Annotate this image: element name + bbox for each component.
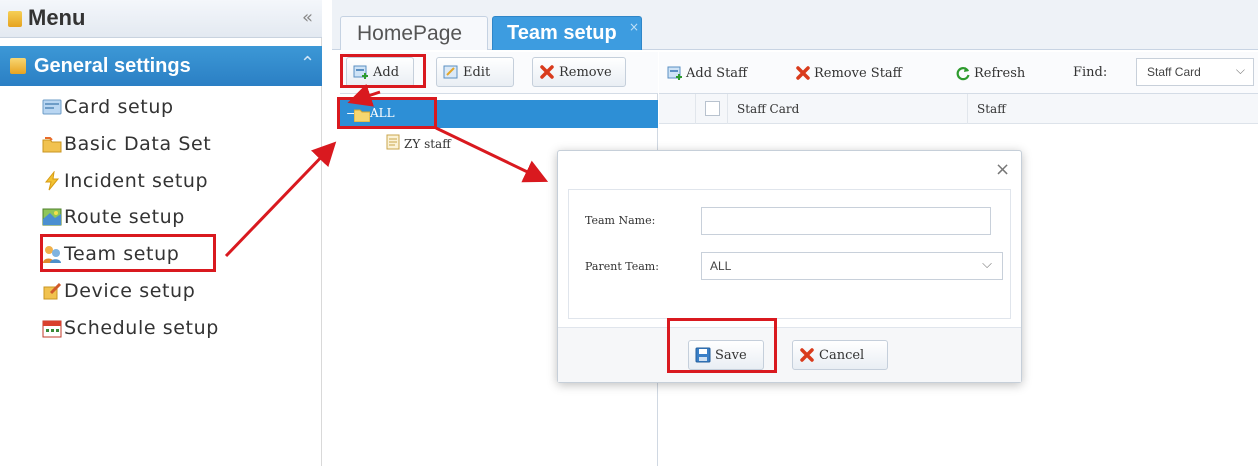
chevron-down-icon[interactable]: ⌵ (982, 257, 992, 272)
edit-icon (443, 64, 459, 80)
column-divider (727, 94, 728, 124)
menu-panel: Menu « General settings ⌃ Card setup Bas… (0, 0, 322, 466)
refresh-icon (955, 65, 971, 81)
menu-item-label: Basic Data Set (64, 133, 212, 155)
tree-node-all[interactable]: − ALL (340, 100, 658, 128)
menu-item-incident-setup[interactable]: Incident setup (42, 164, 302, 198)
add-icon (667, 65, 683, 81)
menu-item-label: Team setup (64, 243, 180, 265)
device-icon (42, 281, 62, 301)
chevron-up-icon[interactable]: ⌃ (300, 53, 315, 74)
calendar-icon (42, 318, 62, 338)
remove-button[interactable]: Remove (532, 57, 626, 87)
column-divider (967, 94, 968, 124)
refresh-label: Refresh (974, 65, 1026, 81)
add-button-label: Add (373, 64, 400, 80)
tab-label: Team setup (507, 22, 617, 44)
menu-item-label: Schedule setup (64, 317, 219, 339)
map-icon (42, 207, 62, 227)
menu-item-label: Card setup (64, 96, 174, 118)
tab-label: HomePage (357, 22, 463, 45)
edit-button[interactable]: Edit (436, 57, 514, 87)
lightning-icon (42, 170, 62, 191)
remove-icon (539, 64, 555, 80)
cancel-button[interactable]: Cancel (792, 340, 888, 370)
folder-icon (10, 58, 26, 74)
close-icon[interactable]: × (995, 159, 1010, 180)
column-divider (695, 94, 696, 124)
collapse-icon[interactable]: « (302, 7, 313, 28)
team-name-label: Team Name: (585, 214, 656, 227)
menu-item-schedule-setup[interactable]: Schedule setup (42, 311, 302, 345)
add-team-dialog: × Team Name: Parent Team: ALL ⌵ Save Can… (557, 150, 1022, 383)
users-icon (42, 244, 62, 264)
menu-item-card-setup[interactable]: Card setup (42, 90, 302, 124)
tree-toolbar: Add Edit Remove (340, 52, 658, 94)
tab-team-setup[interactable]: Team setup × (492, 16, 642, 50)
folder-icon (353, 107, 371, 126)
chevron-down-icon[interactable]: ⌵ (1236, 63, 1245, 78)
remove-button-label: Remove (559, 64, 612, 80)
tree-node-label: ALL (370, 106, 395, 120)
menu-item-label: Device setup (64, 280, 196, 302)
save-button[interactable]: Save (688, 340, 764, 370)
tree-node-label: ZY staff (404, 137, 451, 151)
refresh-button[interactable]: Refresh (955, 62, 1025, 84)
card-icon (42, 97, 62, 117)
remove-icon (795, 65, 811, 81)
remove-staff-label: Remove Staff (814, 65, 902, 81)
save-icon (695, 347, 711, 363)
add-staff-button[interactable]: Add Staff (667, 62, 747, 84)
close-icon[interactable]: × (629, 20, 639, 34)
menu-icon (8, 11, 22, 27)
parent-team-select[interactable]: ALL ⌵ (701, 252, 1003, 280)
dialog-footer: Save Cancel (558, 327, 1021, 382)
folder-icon (42, 134, 62, 154)
menu-item-route-setup[interactable]: Route setup (42, 200, 302, 234)
team-name-input[interactable] (701, 207, 991, 235)
edit-button-label: Edit (463, 64, 491, 80)
cancel-icon (799, 347, 815, 363)
staff-grid-header: Staff Card Staff (659, 94, 1258, 124)
find-select-value: Staff Card (1147, 65, 1201, 79)
add-icon (353, 64, 369, 80)
parent-team-value: ALL (710, 259, 732, 273)
add-button[interactable]: Add (346, 57, 414, 87)
remove-staff-button[interactable]: Remove Staff (795, 62, 902, 84)
file-icon (386, 134, 400, 154)
column-header-staff-card[interactable]: Staff Card (737, 102, 799, 116)
save-button-label: Save (715, 347, 747, 363)
tree-node-zy-staff[interactable]: ZY staff (386, 132, 451, 156)
menu-item-team-setup[interactable]: Team setup (42, 237, 302, 271)
staff-toolbar: Add Staff Remove Staff Refresh Find: Sta… (659, 52, 1258, 94)
menu-item-basic-data-set[interactable]: Basic Data Set (42, 127, 302, 161)
tab-strip: HomePage Team setup × (332, 0, 1258, 50)
section-general-settings[interactable]: General settings ⌃ (0, 46, 322, 86)
menu-item-device-setup[interactable]: Device setup (42, 274, 302, 308)
find-label: Find: (1073, 65, 1108, 80)
dialog-form: Team Name: Parent Team: ALL ⌵ (568, 189, 1011, 319)
menu-item-label: Incident setup (64, 170, 209, 192)
find-field-select[interactable]: Staff Card ⌵ (1136, 58, 1254, 86)
select-all-checkbox[interactable] (705, 101, 720, 116)
menu-header: Menu « (0, 0, 322, 38)
menu-item-label: Route setup (64, 206, 185, 228)
section-title: General settings (34, 55, 191, 77)
add-staff-label: Add Staff (686, 65, 748, 81)
cancel-button-label: Cancel (819, 347, 865, 363)
parent-team-label: Parent Team: (585, 260, 659, 273)
tab-homepage[interactable]: HomePage (340, 16, 488, 50)
column-header-staff[interactable]: Staff (977, 102, 1006, 116)
menu-title: Menu (28, 5, 86, 30)
